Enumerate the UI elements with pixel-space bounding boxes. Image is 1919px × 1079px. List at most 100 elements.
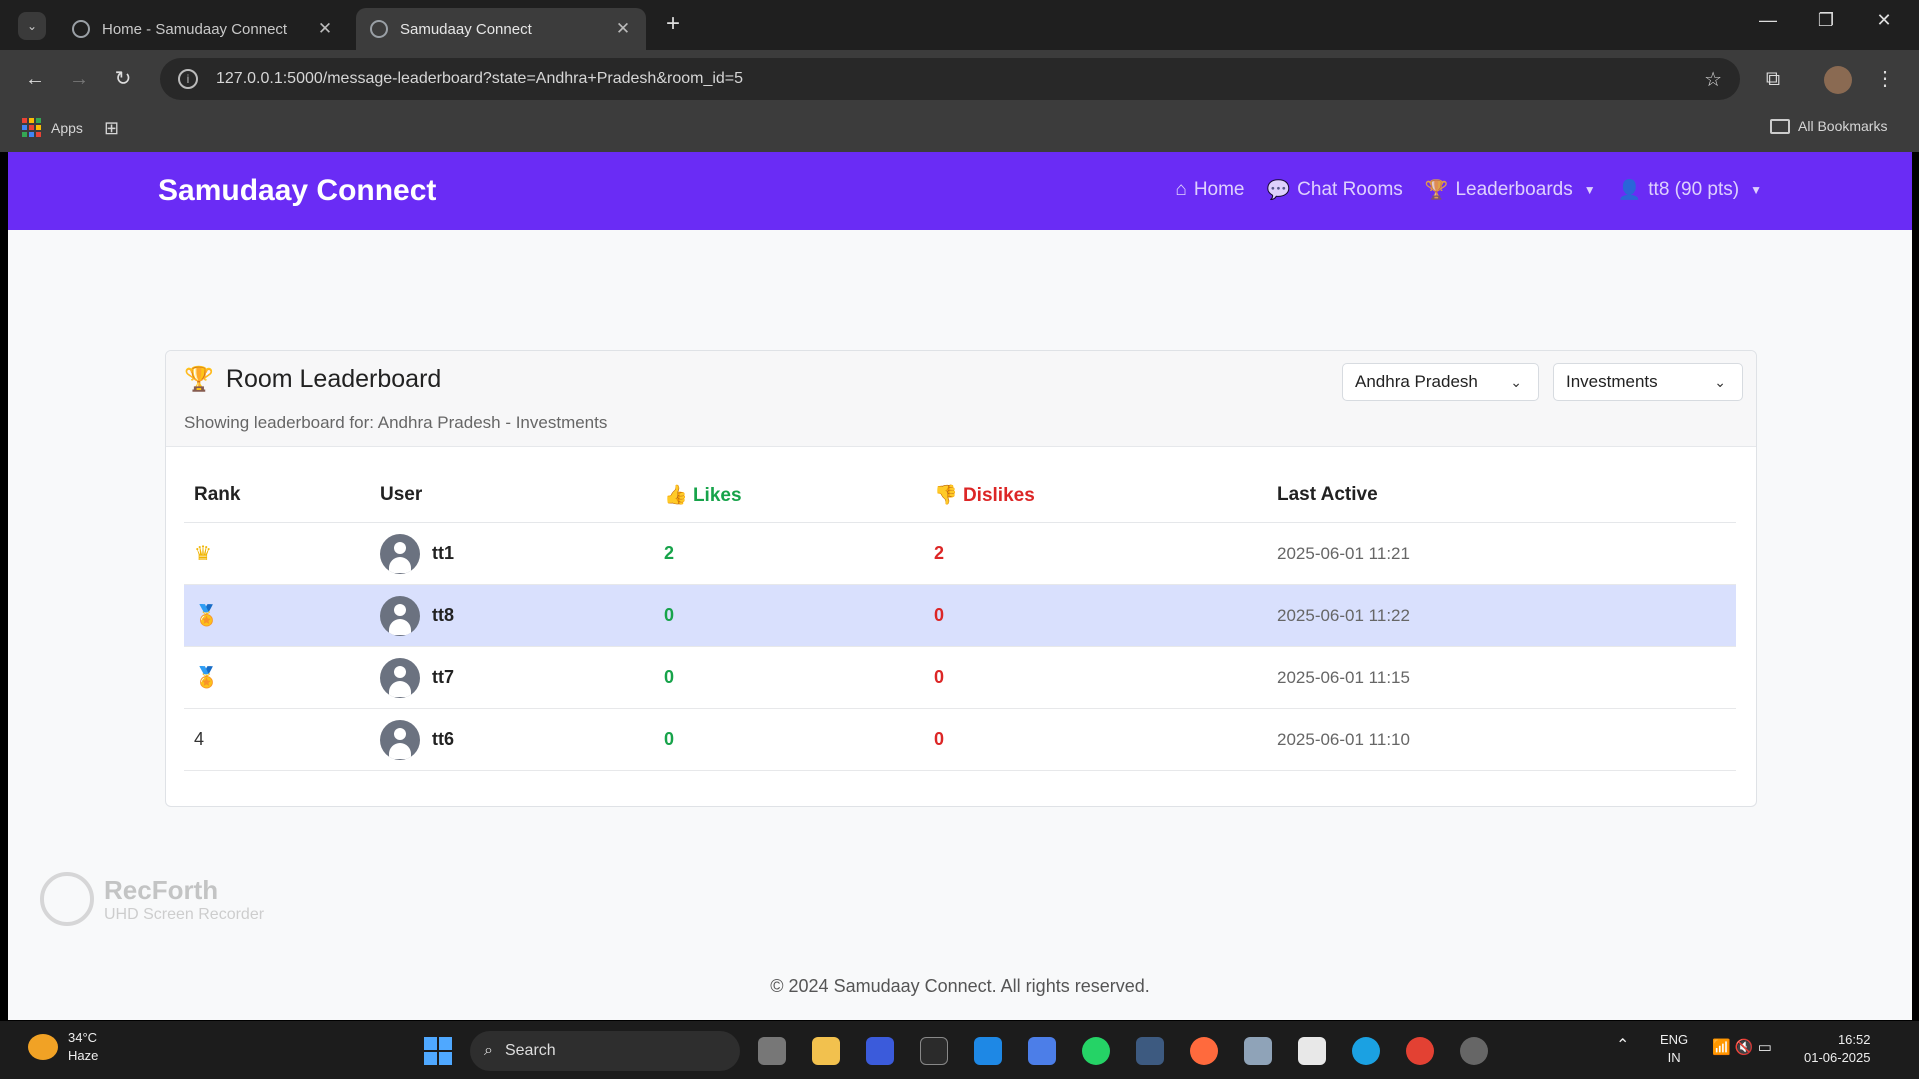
nav-user-dropdown[interactable]: 👤 tt8 (90 pts) ▼: [1618, 178, 1762, 202]
card-title: 🏆 Room Leaderboard: [184, 365, 441, 394]
trophy-icon: 🏆: [1424, 180, 1449, 201]
close-icon[interactable]: ✕: [614, 19, 632, 39]
forward-arrow-icon[interactable]: →: [64, 64, 94, 94]
dislikes-cell: 0: [934, 605, 945, 625]
recorder-logo-icon: [40, 872, 94, 926]
date: 01-06-2025: [1804, 1050, 1871, 1065]
username: tt1: [432, 543, 454, 563]
clock[interactable]: 16:52 01-06-2025: [1804, 1031, 1871, 1067]
whatsapp-icon[interactable]: [1082, 1037, 1110, 1065]
dislikes-cell: 0: [934, 729, 945, 749]
nav-leaderboards-label: Leaderboards: [1455, 179, 1573, 200]
reload-icon[interactable]: ↻: [108, 64, 138, 94]
app-icon[interactable]: [866, 1037, 894, 1065]
lang-top: ENG: [1660, 1032, 1689, 1047]
address-bar[interactable]: i 127.0.0.1:5000/message-leaderboard?sta…: [160, 58, 1740, 100]
app-icon[interactable]: [1136, 1037, 1164, 1065]
leaderboard-card: 🏆 Room Leaderboard Showing leaderboard f…: [165, 350, 1757, 807]
lang-bottom: IN: [1667, 1050, 1681, 1065]
leaderboard-subtitle: Showing leaderboard for: Andhra Pradesh …: [184, 413, 608, 432]
username: tt6: [432, 729, 454, 749]
windows-taskbar: 34°C Haze ⌕ Search ⌃ ENG IN 📶 🔇 ▭ 16:52 …: [0, 1021, 1919, 1079]
likes-cell: 0: [664, 729, 675, 749]
tab-groups-icon[interactable]: ⊞: [104, 118, 119, 139]
nav-user-label: tt8 (90 pts): [1648, 179, 1740, 200]
watermark-title: RecForth: [104, 874, 219, 905]
rank-cell: 🏅: [184, 603, 380, 628]
likes-cell: 0: [664, 667, 675, 687]
bronze-medal-icon: 🏅: [194, 667, 219, 689]
table-row: ♛ tt1 2 2 2025-06-01 11:21: [184, 523, 1736, 585]
windows-start-icon[interactable]: [424, 1037, 452, 1065]
extensions-icon[interactable]: ⧉: [1758, 64, 1788, 94]
user-icon: 👤: [1617, 180, 1642, 201]
apps-grid-icon: [22, 118, 41, 137]
col-dislikes: 👎 Dislikes: [934, 483, 1277, 507]
bookmark-apps[interactable]: Apps: [22, 118, 83, 137]
taskbar-search[interactable]: ⌕ Search: [470, 1031, 740, 1071]
file-explorer-icon[interactable]: [812, 1037, 840, 1065]
dislikes-cell: 0: [934, 667, 945, 687]
store-icon[interactable]: [1298, 1037, 1326, 1065]
col-rank: Rank: [194, 483, 241, 505]
nav-chat-rooms[interactable]: 💬 Chat Rooms: [1267, 178, 1403, 202]
chrome-icon[interactable]: [1406, 1037, 1434, 1065]
trophy-icon: 🏆: [184, 366, 214, 393]
room-select[interactable]: Investments ⌄: [1553, 363, 1743, 401]
dislikes-cell: 2: [934, 543, 945, 563]
profile-avatar[interactable]: [1824, 66, 1852, 94]
top-navbar: Samudaay Connect ⌂ Home 💬 Chat Rooms 🏆 L…: [8, 152, 1912, 230]
minimize-icon[interactable]: —: [1748, 10, 1788, 31]
language-indicator[interactable]: ENG IN: [1660, 1031, 1688, 1067]
site-info-icon[interactable]: i: [178, 69, 198, 89]
bookmark-star-icon[interactable]: ☆: [1704, 67, 1722, 92]
table-header-row: Rank User 👍 Likes 👎 Dislikes Last Active: [184, 467, 1736, 523]
bookmarks-bar: Apps ⊞ All Bookmarks: [0, 108, 1919, 152]
tab-search-button[interactable]: ⌄: [18, 12, 46, 40]
col-likes-label: Likes: [692, 484, 742, 506]
table-row-current-user: 🏅 tt8 0 0 2025-06-01 11:22: [184, 585, 1736, 647]
vscode-icon[interactable]: [974, 1037, 1002, 1065]
state-select[interactable]: Andhra Pradesh ⌄: [1342, 363, 1539, 401]
weather-temp: 34°C: [68, 1030, 98, 1045]
tab-leaderboard[interactable]: Samudaay Connect ✕: [356, 8, 646, 50]
search-icon: ⌕: [484, 1042, 493, 1059]
crown-icon: ♛: [194, 543, 212, 565]
rank-cell: ♛: [184, 541, 380, 566]
close-window-icon[interactable]: ✕: [1864, 10, 1904, 31]
all-bookmarks[interactable]: All Bookmarks: [1770, 118, 1887, 134]
terminal-icon[interactable]: [920, 1037, 948, 1065]
calculator-icon[interactable]: [1244, 1037, 1272, 1065]
browser-chrome: ⌄ Home - Samudaay Connect ✕ Samudaay Con…: [0, 0, 1919, 152]
thumbs-down-icon: 👎: [934, 484, 958, 506]
user-cell: tt7: [380, 657, 664, 698]
chevron-up-icon[interactable]: ⌃: [1616, 1037, 1629, 1055]
brand-logo[interactable]: Samudaay Connect: [158, 174, 436, 208]
watermark-subtitle: UHD Screen Recorder: [104, 905, 265, 923]
avatar: [380, 657, 420, 698]
rank-cell: 🏅: [184, 665, 380, 690]
postman-icon[interactable]: [1190, 1037, 1218, 1065]
tab-home[interactable]: Home - Samudaay Connect ✕: [58, 8, 348, 50]
table-row: 4 tt6 0 0 2025-06-01 11:10: [184, 709, 1736, 771]
col-last-active: Last Active: [1277, 483, 1378, 505]
wifi-volume-battery-icons[interactable]: 📶 🔇 ▭: [1712, 1039, 1772, 1057]
task-view-icon[interactable]: [758, 1037, 786, 1065]
notepad-icon[interactable]: [1028, 1037, 1056, 1065]
weather-widget[interactable]: 34°C Haze: [28, 1029, 98, 1065]
tab-title: Home - Samudaay Connect: [102, 20, 288, 38]
new-tab-button[interactable]: +: [660, 12, 686, 38]
settings-gear-icon[interactable]: [1460, 1037, 1488, 1065]
globe-icon: [370, 20, 388, 38]
nav-home[interactable]: ⌂ Home: [1175, 178, 1244, 202]
edge-icon[interactable]: [1352, 1037, 1380, 1065]
restore-icon[interactable]: ❐: [1806, 10, 1846, 31]
url-text[interactable]: 127.0.0.1:5000/message-leaderboard?state…: [216, 70, 1704, 88]
avatar: [380, 719, 420, 760]
nav-leaderboards-dropdown[interactable]: 🏆 Leaderboards ▼: [1425, 178, 1596, 202]
table-row: 🏅 tt7 0 0 2025-06-01 11:15: [184, 647, 1736, 709]
close-icon[interactable]: ✕: [316, 19, 334, 39]
kebab-menu-icon[interactable]: ⋮: [1870, 64, 1900, 94]
web-page: Samudaay Connect ⌂ Home 💬 Chat Rooms 🏆 L…: [8, 152, 1912, 1020]
back-arrow-icon[interactable]: ←: [20, 64, 50, 94]
